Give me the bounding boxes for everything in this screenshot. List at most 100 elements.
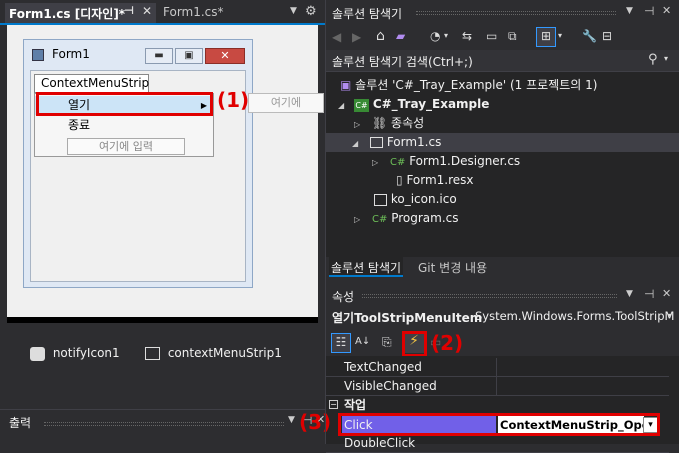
tree-program[interactable]: ▷ C# Program.cs [354,209,458,228]
view-dropdown-icon[interactable]: ▾ [558,28,562,44]
tree-ko-icon[interactable]: ko_icon.ico [374,190,457,209]
tray-item-notifyicon[interactable]: notifyIcon1 [30,343,120,363]
search-dropdown-icon[interactable]: ▾ [664,54,668,63]
solution-tree: ▣ 솔루션 'C#_Tray_Example' (1 프로젝트의 1) ◢ C#… [326,75,679,255]
forward-icon[interactable]: ▶ [352,29,361,45]
highlight-events-button [402,331,427,357]
properties-pin-icon[interactable]: ⊣ [644,287,654,301]
switch-views-icon[interactable]: ▰ [396,28,405,44]
tray-item-contextmenustrip[interactable]: contextMenuStrip1 [145,343,282,363]
properties-title: 속성 [332,290,355,304]
csharp-project-icon: C# [353,99,369,112]
properties-header: 속성 ▼ ⊣ ✕ [326,284,679,306]
properties-panel: 속성 ▼ ⊣ ✕ 열기ToolStripMenuItem System.Wind… [326,284,679,453]
properties-wrench-icon[interactable]: 🔧 [582,28,597,44]
properties-view-icon[interactable]: ⎘ [382,334,392,350]
solution-title: 솔루션 탐색기 [332,7,403,21]
tree-form1-resx[interactable]: ▯ Form1.resx [396,171,474,190]
form-window[interactable]: Form1 ▬ ▣ ✕ ContextMenuStrip 열기 ▶ 종료 여기에… [23,39,253,288]
view-icon[interactable]: ⊞ [536,27,556,47]
contextmenustrip-tab[interactable]: ContextMenuStrip [34,74,149,93]
submenu-type-here-label: 여기에 [270,96,302,109]
solution-dropdown-icon[interactable]: ▼ [626,6,633,16]
contextmenustrip-label: ContextMenuStrip [41,76,150,90]
search-icon[interactable]: ⚲ [648,52,658,67]
solution-icon: ▣ [340,78,352,92]
pane-divider[interactable] [325,0,326,444]
solution-toolbar: ◀ ▶ ⌂ ▰ ◔ ▾ ⇆ ▭ ⧉ ⊞ ▾ 🔧 ⊟ [326,24,679,50]
form-titlebar: Form1 ▬ ▣ ✕ [24,40,252,70]
design-surface: Form1 ▬ ▣ ✕ ContextMenuStrip 열기 ▶ 종료 여기에… [7,25,324,317]
properties-grip [362,294,617,298]
pin-icon[interactable]: ⊣ [124,4,134,17]
output-grip [44,422,284,426]
menu-item-exit[interactable]: 종료 [35,116,213,135]
submenu-type-here[interactable]: 여기에 [248,93,324,113]
annotation-2: (2) [431,331,464,355]
gear-icon[interactable]: ⚙ [305,4,317,19]
alphabetical-icon[interactable]: A↓ [355,334,370,350]
component-tray: notifyIcon1 contextMenuStrip1 [7,323,318,400]
dropdown-icon[interactable]: ▼ [290,6,297,16]
tab-git-changes[interactable]: Git 변경 내용 [418,259,487,276]
properties-toolbar: ☷ A↓ ⎘ ⚡ ▭ [326,328,679,356]
form-app-icon [32,49,44,61]
tab-form1-code[interactable]: Form1.cs* [163,5,224,23]
solution-header: 솔루션 탐색기 ▼ ⊣ ✕ [326,0,679,24]
minimize-icon[interactable]: ▬ [145,48,173,64]
tree-form1-designer[interactable]: ▷ C# Form1.Designer.cs [372,152,520,171]
prop-value-divider [496,377,497,396]
expanded-arrow-icon[interactable]: ◢ [338,101,344,110]
categorized-icon[interactable]: ☷ [331,333,351,353]
properties-dropdown-icon[interactable]: ▼ [626,289,633,299]
collapsed-arrow-icon[interactable]: ▷ [354,120,360,129]
prop-name-textchanged: TextChanged [344,360,422,374]
solution-search[interactable]: 솔루션 탐색기 검색(Ctrl+;) ⚲ ▾ [326,50,679,72]
tab-form1-code-label: Form1.cs* [163,5,224,19]
ico-file-icon [374,193,387,206]
collapsed-arrow-icon[interactable]: ▷ [372,158,378,167]
solution-grip [416,11,616,15]
collapsed-arrow-icon[interactable]: ▷ [354,215,360,224]
tree-form1[interactable]: ◢ Form1.cs [326,133,679,152]
history-icon[interactable]: ◔ [430,28,440,44]
close-window-icon[interactable]: ✕ [205,48,245,64]
tab-solution-explorer[interactable]: 솔루션 탐색기 [329,257,404,277]
maximize-icon[interactable]: ▣ [175,48,203,64]
object-name: 열기ToolStripMenuItem [332,311,483,325]
close-icon[interactable]: ✕ [142,4,152,18]
object-dropdown-icon[interactable]: ▾ [668,311,672,320]
prop-name-visiblechanged: VisibleChanged [344,379,437,393]
sync-icon[interactable]: ⇆ [462,28,472,44]
output-title: 출력 [9,416,32,430]
expanded-arrow-icon[interactable]: ◢ [352,139,358,148]
collapse-icon[interactable]: ▭ [486,28,497,44]
contextmenustrip-tray-label: contextMenuStrip1 [167,346,282,360]
properties-close-icon[interactable]: ✕ [662,287,671,300]
tree-solution[interactable]: ▣ 솔루션 'C#_Tray_Example' (1 프로젝트의 1) [340,76,597,95]
tab-form1-design[interactable]: Form1.cs [디자인]* ⊣ ✕ [5,3,156,23]
solution-search-placeholder: 솔루션 탐색기 검색(Ctrl+;) [332,55,473,69]
tree-project-label: C#_Tray_Example [372,97,490,111]
object-selector[interactable]: 열기ToolStripMenuItem System.Windows.Forms… [326,306,679,328]
tree-dependencies[interactable]: ▷ ⛓ 종속성 [354,114,424,133]
prop-row-textchanged[interactable]: TextChanged [326,358,669,377]
annotation-3: (3) [299,410,332,434]
tree-project[interactable]: ◢ C# C#_Tray_Example [338,95,489,114]
notifyicon-label: notifyIcon1 [52,346,120,360]
solution-close-icon[interactable]: ✕ [662,4,671,17]
solution-explorer: 솔루션 탐색기 ▼ ⊣ ✕ ◀ ▶ ⌂ ▰ ◔ ▾ ⇆ ▭ ⧉ ⊞ ▾ 🔧 ⊟ … [326,0,679,280]
back-icon[interactable]: ◀ [332,29,341,45]
output-panel: 출력 ▼ ⊣ ✕ [0,409,325,444]
prop-row-visiblechanged[interactable]: VisibleChanged [326,377,669,396]
resx-file-icon: ▯ [396,173,403,187]
category-collapse-icon[interactable]: − [329,400,338,409]
menu-item-exit-label: 종료 [68,118,91,132]
solution-pin-icon[interactable]: ⊣ [644,4,654,18]
home-icon[interactable]: ⌂ [376,28,385,44]
show-all-icon[interactable]: ⧉ [508,28,517,44]
type-here-box[interactable]: 여기에 입력 [67,138,185,155]
history-dropdown-icon[interactable]: ▾ [444,28,448,44]
preview-icon[interactable]: ⊟ [602,28,612,44]
output-dropdown-icon[interactable]: ▼ [288,415,295,425]
